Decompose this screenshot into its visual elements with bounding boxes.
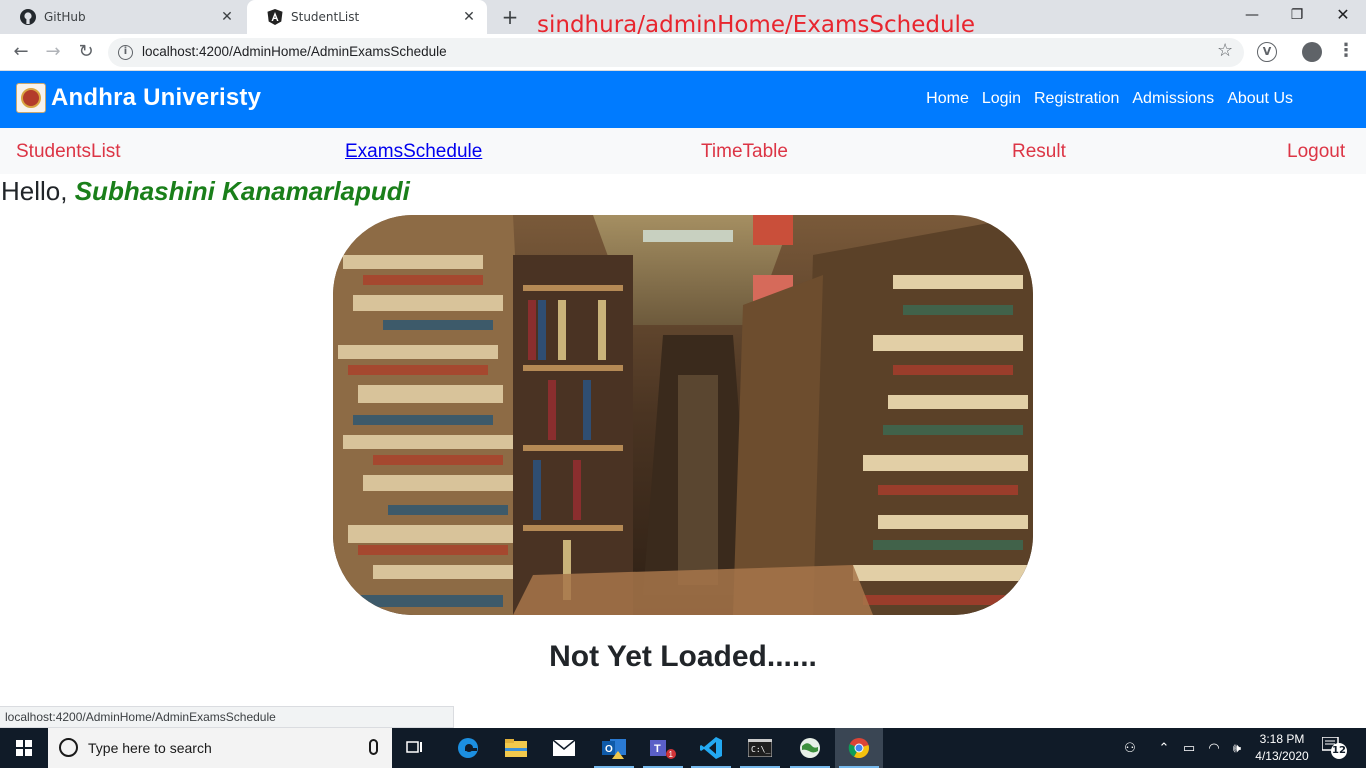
windows-logo-icon bbox=[16, 740, 32, 756]
nav-admissions[interactable]: Admissions bbox=[1132, 90, 1214, 108]
browser-toolbar: ← → ↻ i localhost:4200/AdminHome/AdminEx… bbox=[0, 34, 1366, 71]
profile-avatar-icon[interactable] bbox=[1302, 42, 1322, 62]
browser-tab-strip: GitHub ✕ StudentList ✕ + sindhura/adminH… bbox=[0, 0, 1366, 38]
volume-icon[interactable]: 🕪 bbox=[1228, 728, 1246, 768]
extension-icon[interactable]: V bbox=[1257, 42, 1277, 62]
brand[interactable]: Andhra Univeristy bbox=[16, 83, 261, 113]
tab-label: GitHub bbox=[44, 10, 86, 24]
microphone-icon[interactable] bbox=[369, 739, 378, 755]
edge-icon[interactable] bbox=[444, 728, 492, 768]
svg-text:C:\_: C:\_ bbox=[751, 745, 770, 754]
chevron-up-icon[interactable]: ⌃ bbox=[1155, 728, 1173, 768]
greeting-prefix: Hello, bbox=[1, 176, 68, 206]
notification-count: 12 bbox=[1331, 743, 1347, 759]
clock-time: 3:18 PM bbox=[1259, 732, 1305, 746]
app-navbar: Andhra Univeristy Home Login Registratio… bbox=[0, 71, 1366, 128]
nav-about-us[interactable]: About Us bbox=[1227, 90, 1293, 108]
browser-menu-icon[interactable]: ⋮ bbox=[1337, 40, 1355, 61]
nav-login[interactable]: Login bbox=[982, 90, 1021, 108]
clock-date: 4/13/2020 bbox=[1255, 749, 1309, 763]
forward-icon[interactable]: → bbox=[41, 40, 65, 64]
info-icon[interactable]: i bbox=[118, 45, 133, 60]
task-view-icon[interactable] bbox=[392, 728, 440, 768]
university-logo bbox=[16, 83, 46, 113]
new-tab-button[interactable]: + bbox=[499, 6, 521, 28]
brand-name: Andhra Univeristy bbox=[51, 84, 262, 111]
subnav-examsschedule[interactable]: ExamsSchedule bbox=[345, 141, 482, 163]
svg-text:T: T bbox=[654, 743, 661, 755]
url-text: localhost:4200/AdminHome/AdminExamsSched… bbox=[142, 44, 447, 59]
battery-icon[interactable]: ▭ bbox=[1180, 728, 1198, 768]
bookmark-star-icon[interactable]: ☆ bbox=[1217, 40, 1233, 61]
reload-icon[interactable]: ↻ bbox=[74, 40, 98, 64]
user-name: Subhashini Kanamarlapudi bbox=[74, 176, 410, 206]
admin-subnav: StudentsList ExamsSchedule TimeTable Res… bbox=[0, 128, 1366, 174]
tab-studentlist[interactable]: StudentList ✕ bbox=[247, 0, 487, 34]
close-window-icon[interactable]: ✕ bbox=[1328, 4, 1358, 26]
svg-text:O: O bbox=[605, 744, 613, 755]
cortana-icon bbox=[59, 738, 78, 757]
wifi-icon[interactable]: ◠ bbox=[1205, 728, 1223, 768]
windows-start-button[interactable] bbox=[0, 728, 48, 768]
mail-icon[interactable] bbox=[540, 728, 588, 768]
address-bar[interactable]: i localhost:4200/AdminHome/AdminExamsSch… bbox=[108, 38, 1244, 67]
angular-icon bbox=[267, 9, 283, 25]
nav-home[interactable]: Home bbox=[926, 90, 969, 108]
windows-taskbar: Type here to search O T1 C:\_ ⚇ ⌃ ▭ ◠ 🕪 … bbox=[0, 728, 1366, 768]
subnav-timetable[interactable]: TimeTable bbox=[701, 141, 788, 163]
teams-badge: 1 bbox=[669, 750, 674, 759]
status-bar-url: localhost:4200/AdminHome/AdminExamsSched… bbox=[0, 706, 454, 728]
globe-app-icon[interactable] bbox=[786, 728, 834, 768]
vscode-icon[interactable] bbox=[687, 728, 735, 768]
terminal-icon[interactable]: C:\_ bbox=[736, 728, 784, 768]
minimize-icon[interactable]: — bbox=[1237, 4, 1267, 26]
tab-github[interactable]: GitHub ✕ bbox=[0, 0, 245, 34]
close-icon[interactable]: ✕ bbox=[461, 9, 477, 25]
nav-registration[interactable]: Registration bbox=[1034, 90, 1119, 108]
subnav-studentslist[interactable]: StudentsList bbox=[16, 141, 121, 163]
taskbar-clock[interactable]: 3:18 PM 4/13/2020 bbox=[1250, 731, 1314, 765]
library-hero-image bbox=[333, 215, 1033, 615]
close-icon[interactable]: ✕ bbox=[219, 9, 235, 25]
github-icon bbox=[20, 9, 36, 25]
outlook-icon[interactable]: O bbox=[590, 728, 638, 768]
status-message: Not Yet Loaded...... bbox=[549, 640, 817, 673]
notification-center-icon[interactable]: 12 bbox=[1321, 736, 1347, 759]
taskbar-search-box[interactable]: Type here to search bbox=[48, 728, 392, 768]
chrome-icon[interactable] bbox=[835, 728, 883, 768]
search-placeholder: Type here to search bbox=[88, 740, 212, 756]
back-icon[interactable]: ← bbox=[9, 40, 33, 64]
restore-icon[interactable]: ❐ bbox=[1282, 4, 1312, 26]
people-icon[interactable]: ⚇ bbox=[1118, 728, 1142, 768]
file-explorer-icon[interactable] bbox=[492, 728, 540, 768]
subnav-logout[interactable]: Logout bbox=[1287, 141, 1345, 163]
navbar-links: Home Login Registration Admissions About… bbox=[926, 90, 1293, 108]
teams-icon[interactable]: T1 bbox=[639, 728, 687, 768]
subnav-result[interactable]: Result bbox=[1012, 141, 1066, 163]
greeting: Hello, Subhashini Kanamarlapudi bbox=[1, 176, 410, 207]
tab-label: StudentList bbox=[291, 10, 360, 24]
